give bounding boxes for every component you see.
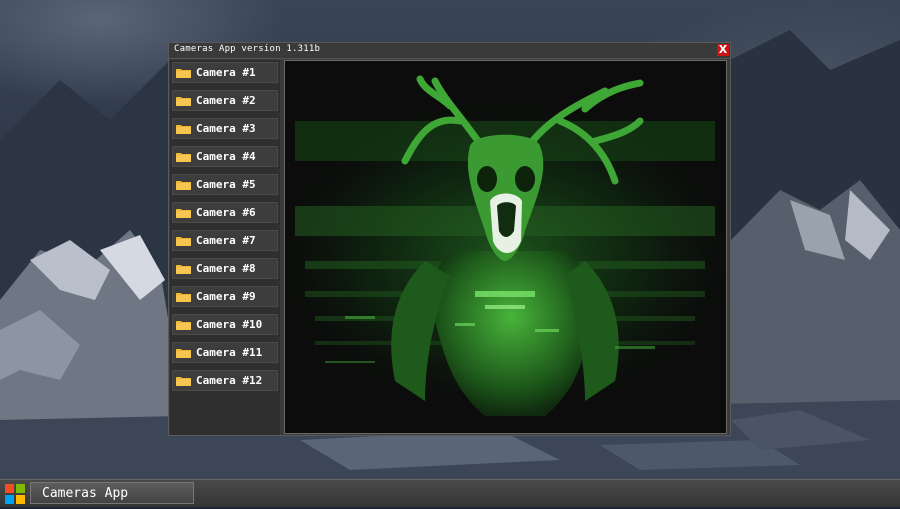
camera-button-label: Camera #2	[196, 94, 256, 107]
camera-button-7[interactable]: Camera #7	[172, 230, 278, 251]
camera-button-label: Camera #12	[196, 374, 263, 387]
camera-button-label: Camera #9	[196, 290, 256, 303]
folder-icon	[176, 153, 191, 162]
camera-button-label: Camera #3	[196, 122, 256, 135]
camera-feed-image	[285, 61, 726, 433]
folder-icon	[176, 181, 191, 190]
camera-button-label: Camera #11	[196, 346, 263, 359]
camera-button-11[interactable]: Camera #11	[172, 342, 278, 363]
close-button[interactable]: X	[717, 44, 729, 56]
camera-button-6[interactable]: Camera #6	[172, 202, 278, 223]
camera-button-label: Camera #5	[196, 178, 256, 191]
camera-button-label: Camera #8	[196, 262, 256, 275]
camera-button-12[interactable]: Camera #12	[172, 370, 278, 391]
folder-icon	[176, 321, 191, 330]
camera-button-label: Camera #1	[196, 66, 256, 79]
folder-icon	[176, 69, 191, 78]
camera-button-4[interactable]: Camera #4	[172, 146, 278, 167]
camera-button-label: Camera #10	[196, 318, 263, 331]
taskbar: Cameras App	[0, 479, 900, 507]
camera-button-9[interactable]: Camera #9	[172, 286, 278, 307]
camera-list: Camera #1 Camera #2 Camera #3 Camera #4 Came…	[170, 60, 280, 435]
camera-button-label: Camera #7	[196, 234, 256, 247]
folder-icon	[176, 293, 191, 302]
taskbar-app-label: Cameras App	[42, 486, 129, 501]
camera-button-5[interactable]: Camera #5	[172, 174, 278, 195]
window-title: Cameras App version 1.311b	[174, 44, 321, 54]
camera-button-10[interactable]: Camera #10	[172, 314, 278, 335]
folder-icon	[176, 265, 191, 274]
folder-icon	[176, 209, 191, 218]
folder-icon	[176, 97, 191, 106]
camera-button-label: Camera #6	[196, 206, 256, 219]
camera-button-3[interactable]: Camera #3	[172, 118, 278, 139]
folder-icon	[176, 237, 191, 246]
camera-button-1[interactable]: Camera #1	[172, 62, 278, 83]
start-button[interactable]	[4, 483, 26, 505]
camera-button-label: Camera #4	[196, 150, 256, 163]
folder-icon	[176, 125, 191, 134]
camera-button-2[interactable]: Camera #2	[172, 90, 278, 111]
camera-feed-view	[284, 60, 727, 434]
folder-icon	[176, 377, 191, 386]
window-titlebar[interactable]: Cameras App version 1.311b X	[169, 43, 730, 59]
camera-button-8[interactable]: Camera #8	[172, 258, 278, 279]
taskbar-app-cameras[interactable]: Cameras App	[30, 482, 194, 504]
folder-icon	[176, 349, 191, 358]
windows-logo-icon	[5, 484, 25, 504]
cameras-app-window: Cameras App version 1.311b X Camera #1 Ca…	[168, 42, 731, 436]
